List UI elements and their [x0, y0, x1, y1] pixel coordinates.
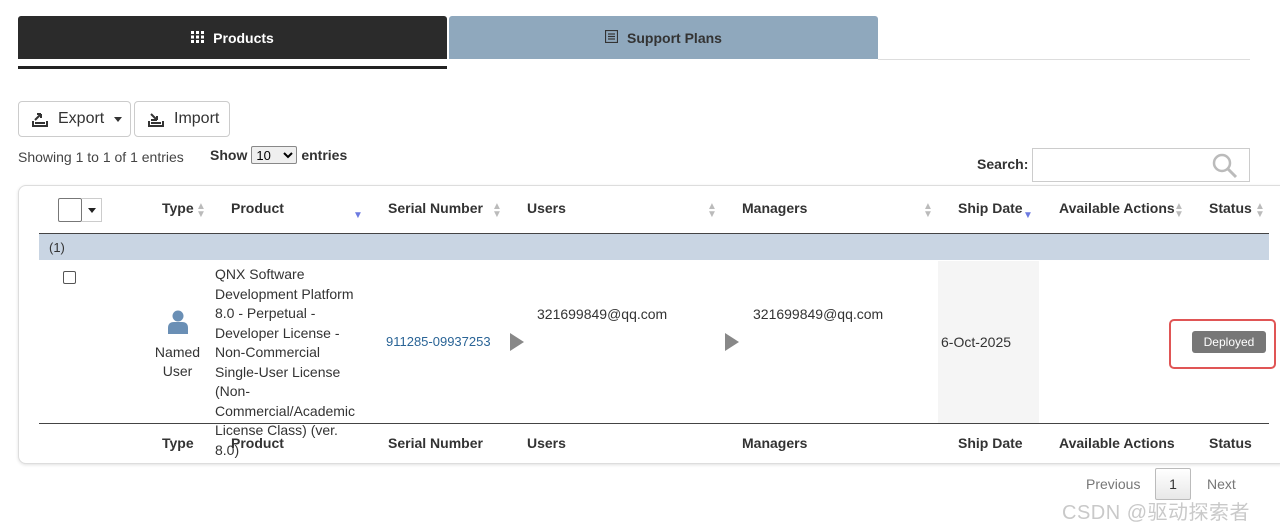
- select-menu-button[interactable]: [82, 198, 102, 222]
- column-header-users[interactable]: Users: [527, 200, 566, 216]
- previous-page-button[interactable]: Previous: [1086, 476, 1140, 492]
- play-icon[interactable]: [510, 333, 524, 351]
- export-label: Export: [58, 110, 105, 127]
- chevron-down-icon: [87, 207, 96, 213]
- entries-label: entries: [301, 147, 348, 163]
- managers-cell: 321699849@qq.com: [753, 306, 884, 322]
- import-icon: [147, 111, 165, 127]
- sort-icon[interactable]: ▲ ▼: [707, 202, 717, 220]
- footer-header-managers: Managers: [742, 435, 808, 451]
- tab-support-plans[interactable]: Support Plans: [449, 16, 878, 59]
- play-icon[interactable]: [725, 333, 739, 351]
- column-header-ship-date[interactable]: Ship Date: [958, 200, 1023, 216]
- product-cell: QNX Software Development Platform 8.0 - …: [215, 266, 356, 458]
- sort-icon[interactable]: ▲ ▼: [923, 202, 933, 220]
- sort-descending-icon[interactable]: ▼: [1023, 210, 1033, 221]
- group-row[interactable]: (1): [39, 234, 1269, 260]
- footer-header-status: Status: [1209, 435, 1252, 451]
- select-all-checkbox[interactable]: [58, 198, 82, 222]
- type-cell: Named User: [150, 310, 205, 381]
- sort-icon[interactable]: ▲ ▼: [492, 202, 502, 220]
- column-header-serial-number[interactable]: Serial Number: [388, 200, 483, 216]
- sort-icon[interactable]: ▲ ▼: [1255, 202, 1265, 220]
- column-header-available-actions[interactable]: Available Actions: [1059, 200, 1175, 216]
- sort-icon[interactable]: ▲ ▼: [1174, 202, 1184, 220]
- active-tab-indicator: [18, 66, 447, 69]
- search-icon: [1211, 152, 1239, 185]
- row-checkbox[interactable]: [63, 271, 76, 284]
- column-header-status[interactable]: Status: [1209, 200, 1252, 216]
- footer-divider: [39, 423, 1269, 424]
- show-label: Show: [210, 147, 248, 163]
- footer-header-ship-date: Ship Date: [958, 435, 1023, 451]
- export-icon: [31, 111, 49, 127]
- sort-icon[interactable]: ▲ ▼: [196, 202, 206, 220]
- search-input[interactable]: [1032, 148, 1250, 182]
- page-size-control: Show 10 entries: [210, 146, 347, 164]
- import-button[interactable]: Import: [134, 101, 230, 137]
- column-header-type[interactable]: Type: [162, 200, 194, 216]
- search-label: Search:: [977, 156, 1029, 172]
- tab-products-label: Products: [213, 29, 274, 46]
- footer-header-product: Product: [231, 435, 284, 451]
- footer-header-users: Users: [527, 435, 566, 451]
- page-size-select[interactable]: 10: [251, 146, 298, 164]
- type-label: Named User: [154, 344, 201, 379]
- users-cell: 321699849@qq.com: [537, 306, 668, 322]
- tab-products[interactable]: Products: [18, 16, 447, 59]
- footer-header-available-actions: Available Actions: [1059, 435, 1175, 451]
- footer-header-serial-number: Serial Number: [388, 435, 483, 451]
- column-header-product[interactable]: Product: [231, 200, 284, 216]
- tab-bar: Products Support Plans: [18, 16, 1250, 70]
- watermark: CSDN @驱动探索者: [1062, 502, 1251, 524]
- import-label: Import: [174, 110, 220, 127]
- footer-header-type: Type: [162, 435, 194, 451]
- status-badge: Deployed: [1192, 331, 1266, 353]
- sort-descending-icon[interactable]: ▼: [353, 210, 363, 221]
- tab-support-plans-label: Support Plans: [627, 29, 722, 46]
- table-info: Showing 1 to 1 of 1 entries: [18, 149, 184, 165]
- chevron-down-icon: [114, 116, 123, 122]
- column-header-managers[interactable]: Managers: [742, 200, 807, 216]
- tab-divider: [878, 59, 1250, 60]
- next-page-button[interactable]: Next: [1207, 476, 1236, 492]
- select-all-dropdown[interactable]: [58, 198, 102, 222]
- grid-icon: [191, 30, 205, 46]
- serial-number-link[interactable]: 911285-09937253: [386, 334, 491, 349]
- export-button[interactable]: Export: [18, 101, 131, 137]
- group-count: (1): [49, 240, 65, 255]
- list-icon: [604, 29, 619, 46]
- user-icon: [150, 310, 205, 339]
- ship-date-cell: 6-Oct-2025: [941, 334, 1012, 350]
